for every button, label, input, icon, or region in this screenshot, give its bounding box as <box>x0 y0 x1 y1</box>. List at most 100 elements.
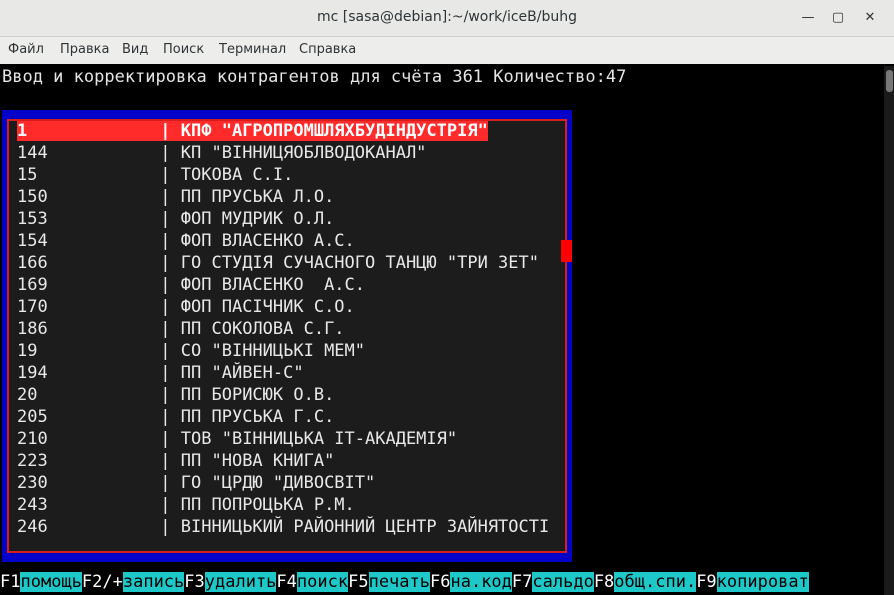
list-item[interactable]: 154 | ФОП ВЛАСЕНКО А.С. <box>17 230 549 252</box>
column-separator: | <box>160 297 181 317</box>
list-item-code: 205 <box>17 407 161 427</box>
list-item[interactable]: 169 | ФОП ВЛАСЕНКО А.С. <box>17 274 549 296</box>
menu-bar: Файл Правка Вид Поиск Терминал Справка <box>0 37 894 64</box>
menu-item-file[interactable]: Файл <box>8 42 44 57</box>
fkey-f6[interactable]: F6на.код <box>430 572 512 592</box>
fkey-key: F3 <box>184 572 205 592</box>
list-item-cell: 20 | ПП БОРИСЮК О.В. <box>17 385 334 405</box>
list-item[interactable]: 243 | ПП ПОПРОЦЬКА Р.М. <box>17 494 549 516</box>
column-separator: | <box>160 253 181 273</box>
fkey-f4[interactable]: F4поиск <box>276 572 349 592</box>
maximize-icon[interactable]: ▢ <box>828 8 848 28</box>
menu-item-search[interactable]: Поиск <box>163 42 204 57</box>
fkey-f9[interactable]: F9копироват <box>696 572 809 592</box>
column-separator: | <box>160 495 181 515</box>
column-separator: | <box>160 341 181 361</box>
terminal-scrollbar[interactable] <box>884 66 894 595</box>
column-separator: | <box>160 209 181 229</box>
fkey-f2[interactable]: F2/+запись <box>81 572 185 592</box>
minimize-icon[interactable]: — <box>798 8 818 28</box>
list-item[interactable]: 19 | СО "ВІННИЦЬКІ МЕМ" <box>17 340 549 362</box>
list-item-cell: 186 | ПП СОКОЛОВА С.Г. <box>17 319 345 339</box>
list-item-code: 153 <box>17 209 161 229</box>
window-title: mc [sasa@debian]:~/work/iceB/buhg <box>317 9 577 25</box>
counterparty-list: 1 | КПФ "АГРОПРОМШЛЯХБУДІНДУСТРІЯ" 144 | … <box>17 120 549 538</box>
column-separator: | <box>160 429 181 449</box>
fkey-f1[interactable]: F1помощь <box>0 572 82 592</box>
list-item-name: ТОКОВА С.І. <box>180 165 294 185</box>
column-separator: | <box>160 407 181 427</box>
column-separator: | <box>160 385 181 405</box>
list-item[interactable]: 246 | ВІННИЦЬКИЙ РАЙОННИЙ ЦЕНТР ЗАЙНЯТОС… <box>17 516 549 538</box>
list-position-marker <box>561 240 572 262</box>
fkey-key: F8 <box>593 572 615 592</box>
fkey-label: печать <box>368 572 430 592</box>
fkey-key: F6 <box>430 572 451 592</box>
list-item-name: КПФ "АГРОПРОМШЛЯХБУДІНДУСТРІЯ" <box>180 121 488 141</box>
list-item[interactable]: 20 | ПП БОРИСЮК О.В. <box>17 384 549 406</box>
fkey-key: F7 <box>511 572 533 592</box>
list-item[interactable]: 15 | ТОКОВА С.І. <box>17 164 549 186</box>
fkey-f5[interactable]: F5печать <box>348 572 430 592</box>
list-item-code: 246 <box>17 517 161 537</box>
list-item-cell: 153 | ФОП МУДРИК О.Л. <box>17 209 334 229</box>
list-item[interactable]: 230 | ГО "ЦРДЮ "ДИВОСВІТ" <box>17 472 549 494</box>
list-item[interactable]: 223 | ПП "НОВА КНИГА" <box>17 450 549 472</box>
fkey-label: удалить <box>204 572 277 592</box>
list-item-code: 243 <box>17 495 161 515</box>
column-separator: | <box>160 121 181 141</box>
list-item-cell: 19 | СО "ВІННИЦЬКІ МЕМ" <box>17 341 365 361</box>
counterparty-list-box: 1 | КПФ "АГРОПРОМШЛЯХБУДІНДУСТРІЯ" 144 | … <box>2 110 572 562</box>
list-item-code: 154 <box>17 231 161 251</box>
list-item[interactable]: 170 | ФОП ПАСІЧНИК С.О. <box>17 296 549 318</box>
list-item-name: ПП ПОПРОЦЬКА Р.М. <box>180 495 355 515</box>
column-separator: | <box>160 187 181 207</box>
list-item[interactable]: 210 | ТОВ "ВІННИЦЬКА ІТ-АКАДЕМІЯ" <box>17 428 549 450</box>
list-item-name: ВІННИЦЬКИЙ РАЙОННИЙ ЦЕНТР ЗАЙНЯТОСТІ <box>180 517 550 537</box>
list-item[interactable]: 144 | КП "ВІННИЦЯОБЛВОДОКАНАЛ" <box>17 142 549 164</box>
list-item[interactable]: 1 | КПФ "АГРОПРОМШЛЯХБУДІНДУСТРІЯ" <box>17 120 549 142</box>
terminal-area[interactable]: Ввод и корректировка контрагентов для сч… <box>0 64 894 595</box>
list-item-code: 186 <box>17 319 161 339</box>
list-item-code: 19 <box>17 341 161 361</box>
list-item-name: ПП БОРИСЮК О.В. <box>180 385 335 405</box>
list-item-code: 150 <box>17 187 161 207</box>
menu-item-terminal[interactable]: Терминал <box>219 42 286 57</box>
fkey-label: копироват <box>716 572 809 592</box>
list-item[interactable]: 150 | ПП ПРУСЬКА Л.О. <box>17 186 549 208</box>
menu-item-help[interactable]: Справка <box>299 42 356 57</box>
fkey-f7[interactable]: F7сальдо <box>511 572 594 592</box>
list-item-name: ПП "НОВА КНИГА" <box>180 451 335 471</box>
list-item-name: ПП СОКОЛОВА С.Г. <box>180 319 345 339</box>
list-item-name: ФОП ПАСІЧНИК С.О. <box>180 297 355 317</box>
list-item-cell: 166 | ГО СТУДІЯ СУЧАСНОГО ТАНЦЮ "ТРИ ЗЕТ… <box>17 253 539 273</box>
close-icon[interactable]: ✕ <box>860 8 880 28</box>
list-item[interactable]: 153 | ФОП МУДРИК О.Л. <box>17 208 549 230</box>
list-item[interactable]: 166 | ГО СТУДІЯ СУЧАСНОГО ТАНЦЮ "ТРИ ЗЕТ… <box>17 252 549 274</box>
window-titlebar[interactable]: mc [sasa@debian]:~/work/iceB/buhg — ▢ ✕ <box>0 0 894 37</box>
menu-item-edit[interactable]: Правка <box>60 42 109 57</box>
list-item[interactable]: 205 | ПП ПРУСЬКА Г.С. <box>17 406 549 428</box>
list-item-name: ПП ПРУСЬКА Л.О. <box>180 187 335 207</box>
fkey-label: сальдо <box>532 572 594 592</box>
list-item-name: ФОП МУДРИК О.Л. <box>180 209 335 229</box>
fkey-key: F4 <box>276 572 297 592</box>
list-item[interactable]: 194 | ПП "АЙВЕН-С" <box>17 362 549 384</box>
list-item-code: 230 <box>17 473 161 493</box>
list-item-code: 15 <box>17 165 161 185</box>
list-item-code: 194 <box>17 363 161 383</box>
function-key-bar: F1помощьF2/+записьF3удалитьF4поискF5печа… <box>0 571 809 593</box>
fkey-label: помощь <box>20 572 82 592</box>
list-item-name: ГО СТУДІЯ СУЧАСНОГО ТАНЦЮ "ТРИ ЗЕТ" <box>180 253 540 273</box>
list-item[interactable]: 186 | ПП СОКОЛОВА С.Г. <box>17 318 549 340</box>
column-separator: | <box>160 275 181 295</box>
fkey-label: общ.спи. <box>614 572 697 592</box>
fkey-f3[interactable]: F3удалить <box>184 572 277 592</box>
list-item-name: ТОВ "ВІННИЦЬКА ІТ-АКАДЕМІЯ" <box>180 429 458 449</box>
screen-header: Ввод и корректировка контрагентов для сч… <box>2 67 627 87</box>
fkey-f8[interactable]: F8общ.спи. <box>593 572 697 592</box>
menu-item-view[interactable]: Вид <box>122 42 148 57</box>
terminal-scrollbar-thumb[interactable] <box>886 70 893 92</box>
list-item-name: ГО "ЦРДЮ "ДИВОСВІТ" <box>180 473 376 493</box>
list-item-name: ПП "АЙВЕН-С" <box>180 363 304 383</box>
